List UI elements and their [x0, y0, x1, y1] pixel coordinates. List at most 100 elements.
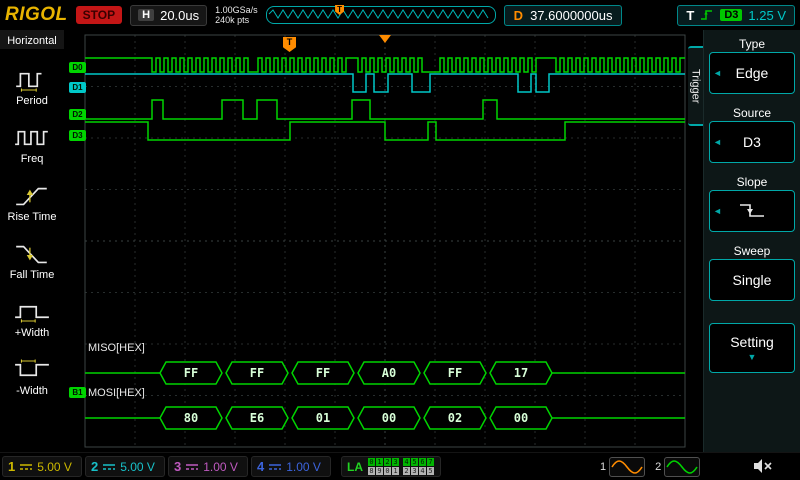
- channel-3-status[interactable]: 31.00 V: [168, 456, 248, 477]
- la-digit: 1: [376, 458, 383, 466]
- coupling-dc-icon: [102, 462, 116, 472]
- la-digit: 1: [392, 467, 399, 475]
- coupling-dc-icon: [185, 462, 199, 472]
- mosi-bus-label: MOSI[HEX]: [88, 387, 145, 399]
- menu-setting-button[interactable]: Setting ▼: [709, 323, 795, 373]
- horizontal-timebase[interactable]: H 20.0us: [130, 5, 207, 26]
- bus-mosi-value: E6: [250, 411, 264, 425]
- channel-4-status[interactable]: 41.00 V: [251, 456, 331, 477]
- trigger-menu-sections: Type◄Edge Source ◄ D3 Slope ◄ Sweep Single: [704, 36, 800, 301]
- bus1-badge: B1: [69, 387, 86, 398]
- left-arrow-icon: ◄: [713, 206, 722, 216]
- decode2-indicator[interactable]: 2: [655, 457, 700, 477]
- channel-2-scale: 5.00 V: [120, 460, 155, 474]
- top-bar: RIGOL STOP H 20.0us 1.00GSa/s 240k pts T…: [0, 0, 800, 30]
- menu-value-slope[interactable]: ◄: [709, 190, 795, 232]
- bus-miso-value: FF: [250, 366, 264, 380]
- menu-value-sweep-label: Single: [733, 272, 772, 288]
- decode1-number: 1: [600, 461, 606, 473]
- menu-value-sweep[interactable]: Single: [709, 259, 795, 301]
- trigger-position-marker-icon: [379, 35, 391, 43]
- menu-header-sweep: Sweep: [709, 243, 795, 259]
- coupling-dc-icon: [19, 462, 33, 472]
- pwidth-icon: [13, 299, 51, 325]
- menu-header-type: Type: [709, 36, 795, 52]
- channel-1-status[interactable]: 1 5.00 V: [2, 456, 82, 477]
- channel-badge-d1: D1: [69, 82, 86, 93]
- rising-edge-icon: [700, 8, 714, 22]
- la-digit: 2: [384, 458, 391, 466]
- menu-header-slope: Slope: [709, 174, 795, 190]
- la-digit: 3: [411, 467, 418, 475]
- bus-miso-value: FF: [184, 366, 198, 380]
- delay-label: D: [514, 8, 523, 23]
- decode1-indicator[interactable]: 1: [600, 457, 645, 477]
- measure-period-button[interactable]: Period: [13, 67, 51, 107]
- measure-rise-label: Rise Time: [8, 211, 57, 223]
- delay-readout[interactable]: D 37.6000000us: [504, 5, 623, 26]
- coupling-dc-icon: [268, 462, 282, 472]
- bus-mosi-value: 01: [316, 411, 330, 425]
- channel-2-status[interactable]: 25.00 V: [85, 456, 165, 477]
- trigger-level-value: 1.25 V: [748, 8, 786, 23]
- trigger-source-badge: D3: [720, 9, 742, 21]
- la-digit: 4: [403, 458, 410, 466]
- measure-nwidth-button[interactable]: -Width: [13, 357, 51, 397]
- setting-label: Setting: [730, 334, 774, 350]
- la-digit: 5: [427, 467, 434, 475]
- measure-fall-label: Fall Time: [10, 269, 55, 281]
- bus-miso-value: A0: [382, 366, 396, 380]
- speaker-muted-icon: [753, 458, 773, 474]
- measure-freq-label: Freq: [21, 153, 44, 165]
- miso-bus-label: MISO[HEX]: [88, 342, 145, 354]
- measure-menu: Horizontal PeriodFreqRise TimeFall Time+…: [0, 30, 64, 452]
- trigger-readout[interactable]: T D3 1.25 V: [677, 5, 795, 26]
- run-state-badge: STOP: [76, 6, 122, 24]
- bus-mosi-value: 80: [184, 411, 198, 425]
- decode-wave-icon: [665, 458, 699, 476]
- menu-value-type[interactable]: ◄Edge: [709, 52, 795, 94]
- measure-items: Period Freq Rise Time Fall Time +Width -Width: [8, 49, 57, 397]
- measure-period-label: Period: [16, 95, 48, 107]
- la-digit: 6: [419, 458, 426, 466]
- channel-1-scale: 5.00 V: [37, 460, 72, 474]
- horizontal-position-preview[interactable]: T: [266, 6, 496, 24]
- channel-badge-d3: D3: [69, 130, 86, 141]
- measure-fall-button[interactable]: Fall Time: [10, 241, 55, 281]
- rigol-logo: RIGOL: [5, 4, 68, 26]
- channel-1-number: 1: [8, 459, 15, 474]
- logic-analyzer-status[interactable]: LA 0123456789012345: [341, 456, 441, 477]
- acquisition-info: 1.00GSa/s 240k pts: [215, 5, 258, 25]
- nwidth-icon: [13, 357, 51, 383]
- measure-pwidth-button[interactable]: +Width: [13, 299, 51, 339]
- oscilloscope-screen: RIGOL STOP H 20.0us 1.00GSa/s 240k pts T…: [0, 0, 800, 480]
- menu-value-source[interactable]: ◄ D3: [709, 121, 795, 163]
- menu-value-source-label: D3: [743, 134, 761, 150]
- measure-pwidth-label: +Width: [15, 327, 50, 339]
- bus-miso: FFFFFFA0FF17: [85, 362, 685, 384]
- la-digit: 7: [427, 458, 434, 466]
- la-digit: 4: [419, 467, 426, 475]
- trigger-menu: Type◄Edge Source ◄ D3 Slope ◄ Sweep Single Sett…: [703, 30, 800, 452]
- preview-waveform-icon: [267, 7, 493, 21]
- channel-status-boxes: 15.00 V25.00 V31.00 V41.00 V: [2, 456, 331, 477]
- left-arrow-icon: ◄: [713, 137, 722, 147]
- fall-icon: [13, 241, 51, 267]
- waveform-d3: [85, 122, 685, 140]
- la-channel-grid: 0123456789012345: [368, 458, 435, 475]
- status-bar: 15.00 V25.00 V31.00 V41.00 V LA 01234567…: [0, 452, 800, 480]
- menu-value-type-label: Edge: [736, 65, 769, 81]
- measure-freq-button[interactable]: Freq: [13, 125, 51, 165]
- bus-mosi-value: 00: [382, 411, 396, 425]
- memory-depth: 240k pts: [215, 15, 258, 25]
- trigger-menu-tab[interactable]: Trigger: [688, 46, 703, 126]
- channel-4-scale: 1.00 V: [286, 460, 321, 474]
- menu-header-source: Source: [709, 105, 795, 121]
- measure-rise-button[interactable]: Rise Time: [8, 183, 57, 223]
- decode-indicators: 12: [600, 457, 700, 477]
- period-icon: [13, 67, 51, 93]
- trigger-time-flag-icon[interactable]: T: [283, 37, 296, 52]
- bus-miso-value: FF: [448, 366, 462, 380]
- channel-3-scale: 1.00 V: [203, 460, 238, 474]
- waveform-d1: [85, 74, 685, 92]
